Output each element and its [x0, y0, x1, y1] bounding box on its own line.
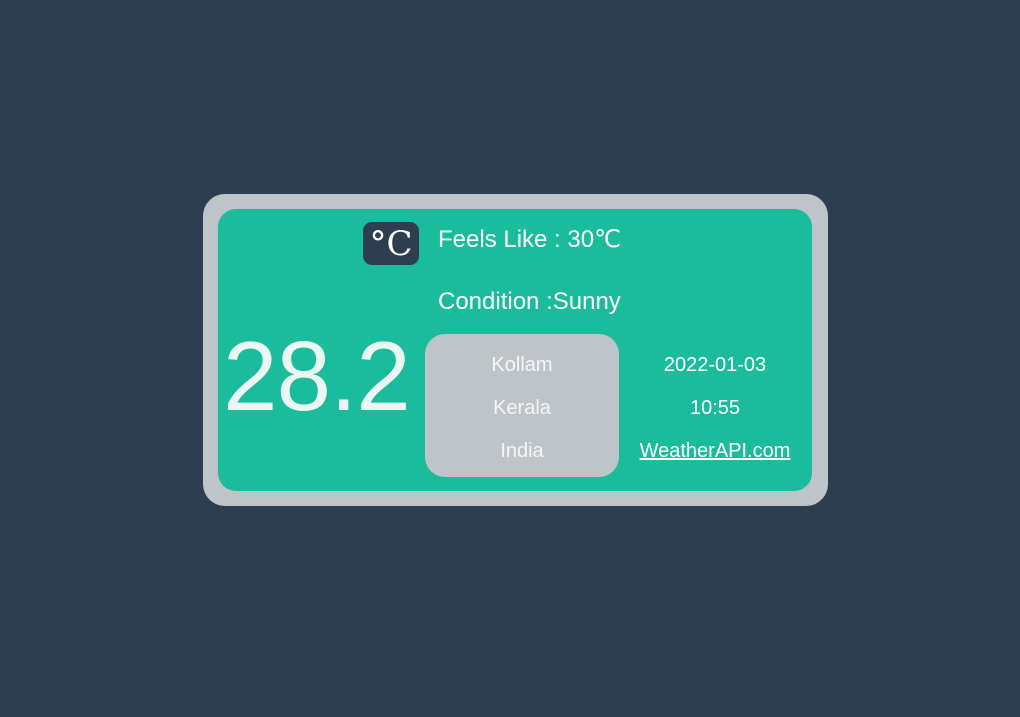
feels-like-label: Feels Like :: [438, 226, 561, 253]
weather-card: °C Feels Like : 30℃ Condition :Sunny 28.…: [218, 209, 812, 491]
weatherapi-link[interactable]: WeatherAPI.com: [630, 440, 800, 463]
location-box: Kollam Kerala India: [425, 334, 619, 477]
location-country: India: [500, 440, 544, 462]
feels-like: Feels Like : 30℃: [438, 225, 621, 254]
condition-value: Sunny: [552, 288, 621, 315]
feels-like-unit: ℃: [594, 227, 622, 253]
celsius-toggle-icon[interactable]: °C: [363, 222, 419, 265]
time-text: 10:55: [689, 397, 741, 419]
condition-label: Condition :: [438, 288, 553, 315]
date-text: 2022-01-03: [663, 354, 767, 376]
feels-like-value: 30: [567, 226, 595, 253]
meta-info: 2022-01-03 10:55 WeatherAPI.com: [630, 334, 800, 477]
current-temperature: 28.2: [223, 321, 411, 431]
condition: Condition :Sunny: [438, 288, 621, 316]
location-city: Kollam: [491, 354, 553, 376]
weather-widget-frame: °C Feels Like : 30℃ Condition :Sunny 28.…: [203, 194, 828, 506]
location-region: Kerala: [493, 397, 551, 419]
unit-symbol: °C: [369, 223, 413, 264]
